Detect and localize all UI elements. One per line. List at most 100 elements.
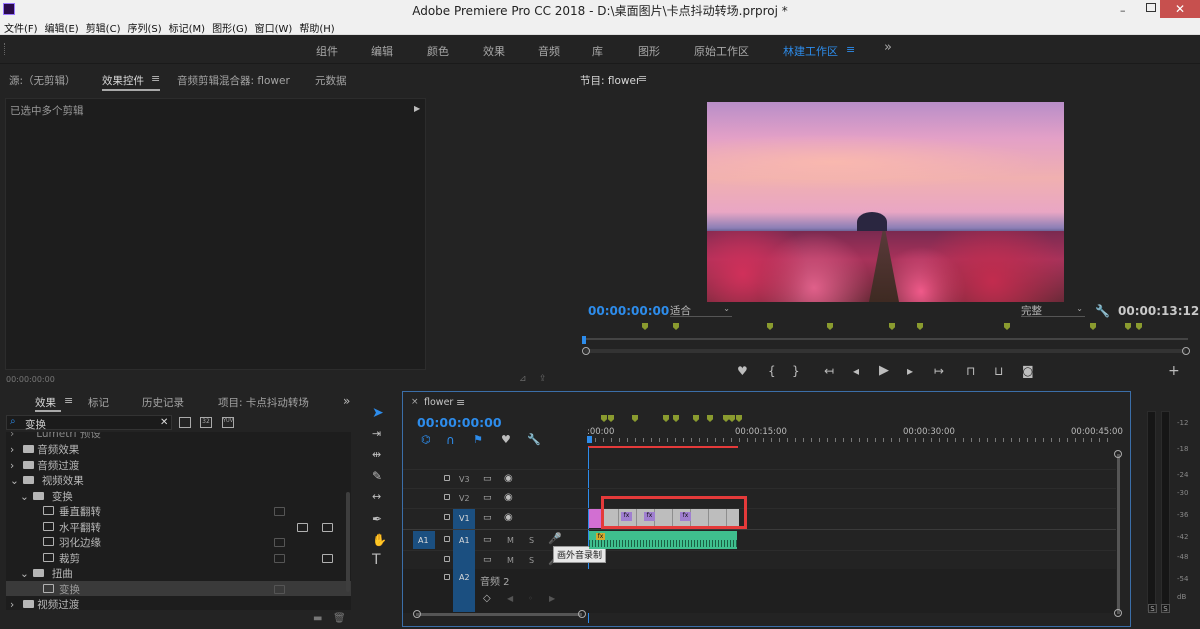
menu-markers[interactable]: 标记(M) <box>165 19 208 35</box>
lift-icon[interactable]: ⊓ <box>966 365 975 377</box>
next-keyframe-icon[interactable]: ▶ <box>549 593 555 605</box>
tab-history[interactable]: 历史记录 <box>142 395 184 410</box>
effects-tree-item[interactable]: 羽化边缘 <box>43 535 101 550</box>
panel-menu-icon[interactable]: ≡ <box>64 395 73 407</box>
tab-metadata[interactable]: 元数据 <box>315 73 347 88</box>
effects-scrollbar[interactable] <box>346 492 350 592</box>
menu-clip[interactable]: 剪辑(C) <box>82 19 124 35</box>
menu-edit[interactable]: 编辑(E) <box>41 19 82 35</box>
workspace-tab-audio[interactable]: 音频 <box>538 43 560 59</box>
selection-tool-icon[interactable]: ➤ <box>372 406 384 420</box>
nest-toggle-icon[interactable]: ⌬ <box>421 434 431 446</box>
prev-keyframe-icon[interactable]: ◀ <box>507 593 513 605</box>
scroll-handle-left[interactable] <box>413 610 421 618</box>
mute-button[interactable]: M <box>507 536 514 545</box>
eye-icon[interactable]: ◉ <box>504 492 513 504</box>
effects-tree-item[interactable]: › Lumetri 预设 <box>10 432 101 441</box>
scroll-handle-right[interactable] <box>578 610 586 618</box>
workspace-tab-assembly[interactable]: 组件 <box>316 43 338 59</box>
lock-icon[interactable] <box>444 475 450 481</box>
add-marker-icon[interactable]: ♥ <box>737 365 748 377</box>
program-time-ruler[interactable] <box>582 338 1188 340</box>
eye-icon[interactable]: ◉ <box>504 473 513 485</box>
type-tool-icon[interactable]: T <box>372 553 381 567</box>
effects-search-field[interactable]: ⌕ 变换 ✕ <box>6 415 172 431</box>
effects-tree-item[interactable]: ⌄ 扭曲 <box>20 566 73 581</box>
timeline-horizontal-scrollbar[interactable] <box>416 613 582 616</box>
new-bin-icon[interactable]: ▬ <box>313 613 322 625</box>
timeline-ruler[interactable]: :00:00 00:00:15:00 00:00:30:00 00:00:45:… <box>587 409 1123 449</box>
add-keyframe-icon[interactable]: ◦ <box>528 593 533 605</box>
timeline-vertical-scrollbar[interactable] <box>1117 454 1120 614</box>
menu-window[interactable]: 窗口(W) <box>251 19 296 35</box>
panel-menu-icon[interactable]: ≡ <box>638 73 647 85</box>
mark-in-icon[interactable]: { <box>768 365 776 377</box>
lock-icon[interactable] <box>444 494 450 500</box>
menu-graphics[interactable]: 图形(G) <box>208 19 251 35</box>
menu-help[interactable]: 帮助(H) <box>295 19 337 35</box>
snap-magnet-icon[interactable]: ∩ <box>446 434 455 446</box>
delete-icon[interactable]: 🗑 <box>333 613 346 625</box>
sync-lock-icon[interactable]: ▭ <box>483 534 492 546</box>
yuv-effects-icon[interactable]: YUV <box>222 417 234 428</box>
zoom-scrollbar[interactable] <box>584 349 1186 353</box>
microphone-icon[interactable]: 🎤 <box>548 533 562 545</box>
solo-right-button[interactable]: S <box>1161 604 1170 613</box>
close-tab-icon[interactable]: × <box>411 397 419 407</box>
play-icon[interactable]: ▶ <box>879 364 889 377</box>
panel-menu-icon[interactable]: ≡ <box>456 396 465 409</box>
razor-tool-icon[interactable]: ✎ <box>372 470 382 482</box>
zoom-level-select[interactable]: 适合 ⌄ <box>670 303 732 317</box>
effects-tree-item[interactable]: ⌄ 变换 <box>20 489 73 504</box>
go-to-out-icon[interactable]: ↦ <box>934 365 944 377</box>
more-workspaces-button[interactable]: » <box>884 40 892 55</box>
ripple-edit-tool-icon[interactable]: ⇹ <box>372 449 381 461</box>
lock-icon[interactable] <box>444 536 450 542</box>
audio-clip[interactable]: fx <box>589 531 737 549</box>
effects-tree-item[interactable]: 垂直翻转 <box>43 504 101 519</box>
tab-source[interactable]: 源:（无剪辑） <box>9 73 76 88</box>
close-window-button[interactable]: ✕ <box>1160 0 1200 18</box>
lock-icon[interactable] <box>444 514 450 520</box>
scroll-handle-top[interactable] <box>1114 450 1122 458</box>
keyframe-toggle-icon[interactable]: ◇ <box>483 593 491 605</box>
menu-sequence[interactable]: 序列(S) <box>123 19 164 35</box>
add-button-icon[interactable]: + <box>1168 364 1180 378</box>
export-frame-camera-icon[interactable]: ◙ <box>1022 365 1034 377</box>
lock-icon[interactable] <box>444 556 450 562</box>
tab-audio-clip-mixer[interactable]: 音频剪辑混合器: flower <box>177 73 290 88</box>
track-v3-label[interactable]: V3 <box>459 475 470 484</box>
workspace-tab-original[interactable]: 原始工作区 <box>694 43 749 59</box>
timeline-playhead[interactable] <box>587 436 592 443</box>
timeline-timecode[interactable]: 00:00:00:00 <box>417 415 502 430</box>
clear-search-icon[interactable]: ✕ <box>160 417 168 428</box>
workspace-tab-custom[interactable]: 林建工作区 <box>783 43 838 59</box>
solo-button[interactable]: S <box>529 536 534 545</box>
timeline-settings-wrench-icon[interactable]: 🔧 <box>527 434 541 446</box>
wrench-settings-icon[interactable]: 🔧 <box>1095 305 1110 317</box>
sequence-tab[interactable]: flower <box>424 397 453 408</box>
tab-project[interactable]: 项目: 卡点抖动转场 <box>218 395 309 410</box>
tab-effect-controls[interactable]: 效果控件 <box>102 73 144 88</box>
expand-arrow-icon[interactable]: ▶ <box>414 103 420 115</box>
lock-icon[interactable] <box>444 574 450 580</box>
nested-sequence-clip[interactable] <box>589 509 601 528</box>
effects-tree-item[interactable]: › 视频过渡 <box>10 597 79 610</box>
workspace-tab-graphics[interactable]: 图形 <box>638 43 660 59</box>
extract-icon[interactable]: ⊔ <box>994 365 1003 377</box>
track-select-tool-icon[interactable]: ⇥ <box>372 428 381 440</box>
track-v2-label[interactable]: V2 <box>459 494 470 503</box>
workspace-tab-editing[interactable]: 编辑 <box>371 43 393 59</box>
add-marker-icon[interactable]: ♥ <box>501 434 511 446</box>
sync-lock-icon[interactable]: ▭ <box>483 554 492 566</box>
effects-tree-item[interactable]: 裁剪 <box>43 551 80 566</box>
scroll-handle-bottom[interactable] <box>1114 609 1122 617</box>
accelerated-effects-icon[interactable] <box>179 417 191 428</box>
restore-icon[interactable] <box>1146 3 1156 12</box>
panel-menu-icon[interactable]: ≡ <box>151 73 160 85</box>
mute-button[interactable]: M <box>507 556 514 565</box>
hand-tool-icon[interactable]: ✋ <box>372 534 387 546</box>
tab-markers[interactable]: 标记 <box>88 395 109 410</box>
go-to-in-icon[interactable]: ↤ <box>824 365 834 377</box>
workspace-tab-libraries[interactable]: 库 <box>592 43 603 59</box>
